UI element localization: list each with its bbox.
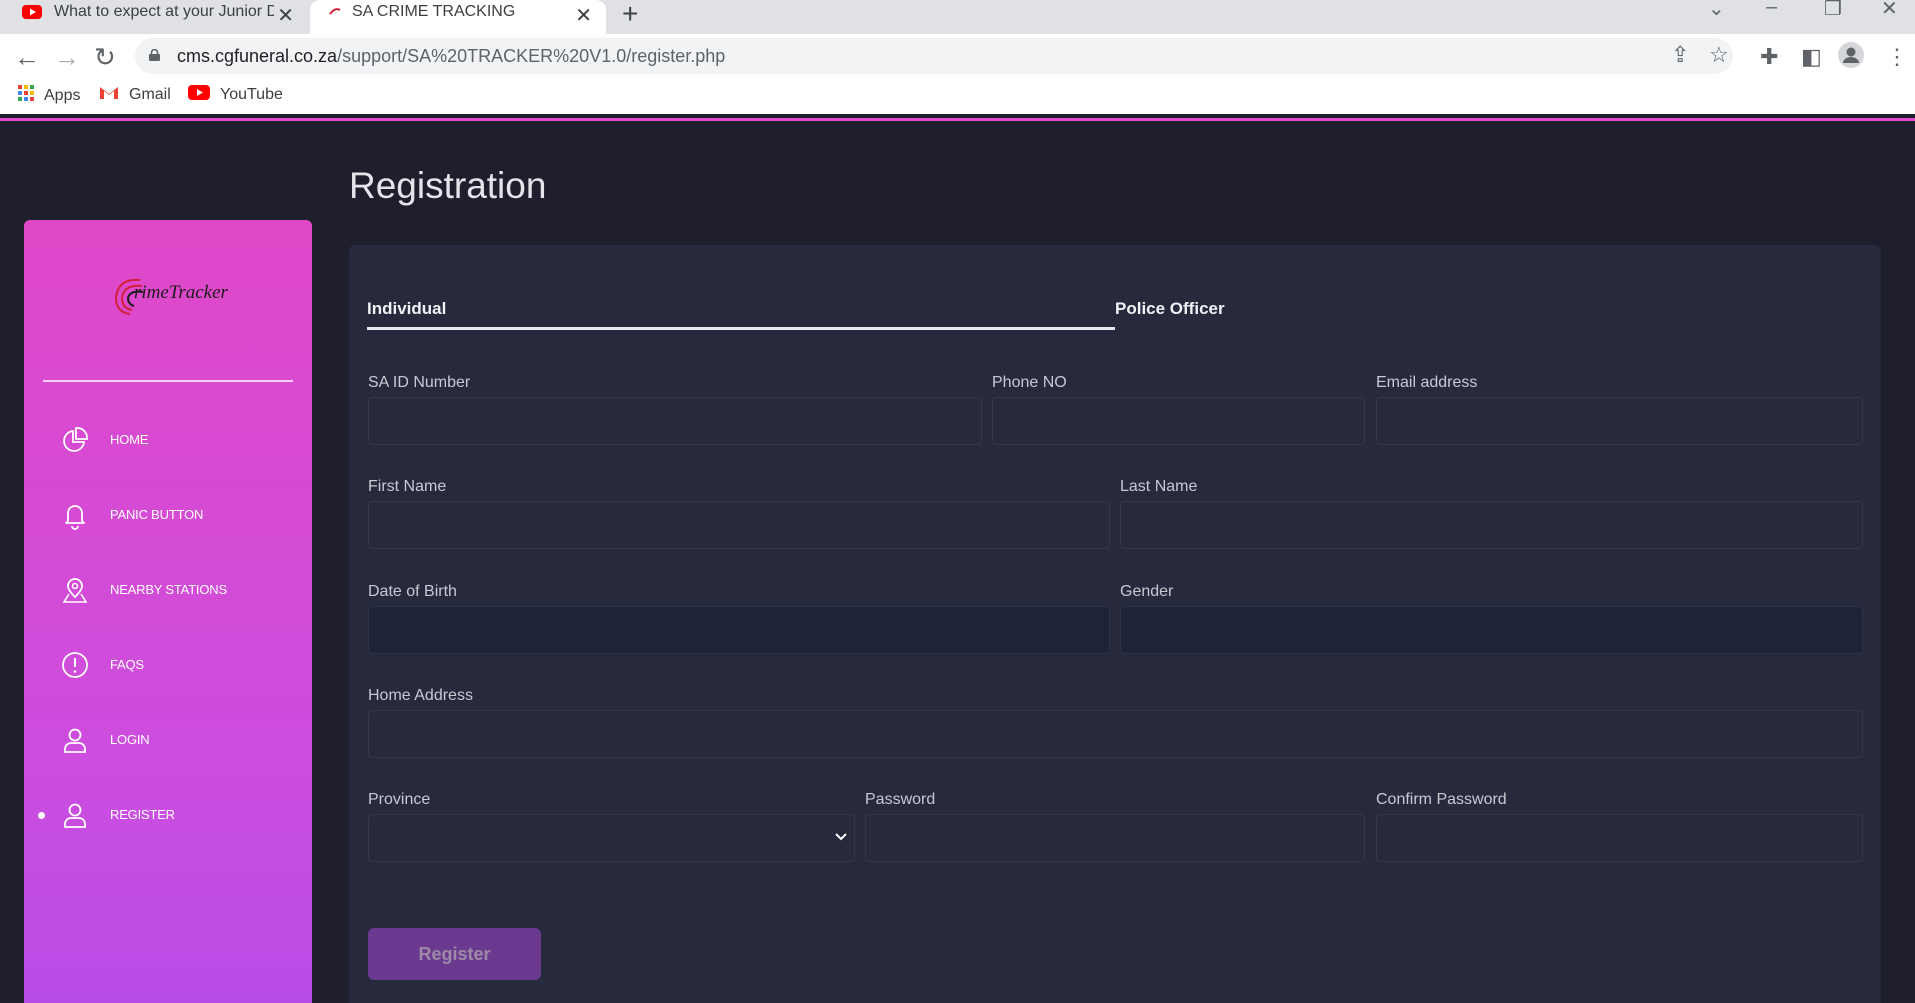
last-name-field[interactable] [1120,501,1863,549]
phone-field[interactable] [992,397,1365,445]
bookmark-apps[interactable]: Apps [18,85,80,106]
home-address-label: Home Address [368,687,473,704]
gmail-icon [99,85,119,105]
user-icon [64,803,86,828]
bell-icon [65,505,85,530]
province-label: Province [368,791,431,808]
province-select[interactable] [368,814,855,862]
sidebar-item-register[interactable]: REGISTER [24,790,312,840]
email-label: Email address [1376,374,1478,391]
gender-field[interactable] [1120,606,1863,654]
minimize-icon[interactable]: – [1766,0,1777,19]
active-indicator-dot [38,812,45,819]
sidebar-item-home[interactable]: HOME [24,415,312,465]
password-label: Password [865,791,936,808]
id-number-label: SA ID Number [368,374,471,391]
bookmarks-bar: Apps Gmail YouTube [0,78,1915,114]
sidebar-item-label: REGISTER [110,807,175,822]
register-button[interactable]: Register [368,928,541,980]
password-field[interactable] [865,814,1365,862]
url-text: cms.cgfuneral.co.za/support/SA%20TRACKER… [177,46,726,66]
sidebar: rimeTracker HOME PANIC BUTTON NEARBY STA… [24,220,312,1003]
logo-text: rimeTracker [134,282,228,303]
apps-grid-icon [18,85,34,106]
map-pin-icon [62,578,88,603]
browser-tab-youtube[interactable]: What to expect at your Junior De ✕ [0,0,308,34]
address-bar[interactable]: cms.cgfuneral.co.za/support/SA%20TRACKER… [135,38,1733,74]
youtube-icon [22,5,42,24]
tab-title: What to expect at your Junior De [54,3,274,20]
bookmark-label: YouTube [220,86,283,103]
reload-icon[interactable]: ↻ [94,42,116,73]
first-name-label: First Name [368,478,447,495]
first-name-field[interactable] [368,501,1110,549]
user-icon [64,728,86,753]
side-panel-icon[interactable]: ◧ [1801,44,1822,70]
bookmark-label: Apps [44,86,81,104]
new-tab-plus-icon[interactable]: + [622,0,638,30]
gender-label: Gender [1120,583,1174,600]
forward-arrow-icon[interactable]: → [54,42,80,73]
tab-search-chevron-icon[interactable]: ⌄ [1708,0,1725,21]
sidebar-item-nearby-stations[interactable]: NEARBY STATIONS [24,565,312,615]
crimetracker-favicon-icon [328,5,342,24]
profile-avatar-icon[interactable] [1838,42,1864,74]
page: rimeTracker HOME PANIC BUTTON NEARBY STA… [0,121,1915,1003]
registration-form-card: Individual Police Officer SA ID Number P… [349,245,1881,1003]
sidebar-item-faqs[interactable]: FAQS [24,640,312,690]
bookmark-label: Gmail [129,86,171,103]
extensions-puzzle-icon[interactable]: ✚ [1760,44,1778,70]
close-tab-icon[interactable]: ✕ [575,3,592,28]
bookmark-gmail[interactable]: Gmail [99,85,171,105]
last-name-label: Last Name [1120,478,1198,495]
pie-chart-icon [63,427,88,452]
sidebar-item-label: NEARBY STATIONS [110,582,227,597]
back-arrow-icon[interactable]: ← [14,42,40,73]
sidebar-item-label: HOME [110,432,149,447]
sidebar-item-label: LOGIN [110,732,150,747]
chrome-menu-icon[interactable]: ⋮ [1886,44,1908,70]
tab-individual[interactable]: Individual [367,299,446,319]
crimetracker-logo[interactable]: rimeTracker [110,268,250,320]
page-title: Registration [349,165,547,206]
alert-circle-icon [62,652,88,678]
close-tab-icon[interactable]: ✕ [277,3,294,28]
restore-icon[interactable]: ❐ [1824,0,1842,21]
active-tab-underline [367,327,1115,330]
email-field[interactable] [1376,397,1863,445]
sidebar-divider [43,380,293,382]
chevron-down-icon [835,828,847,846]
home-address-field[interactable] [368,710,1863,758]
confirm-password-label: Confirm Password [1376,791,1507,808]
youtube-icon [188,85,210,105]
tab-police-officer[interactable]: Police Officer [1115,299,1225,319]
phone-label: Phone NO [992,374,1067,391]
sidebar-item-login[interactable]: LOGIN [24,715,312,765]
sidebar-item-label: PANIC BUTTON [110,507,204,522]
date-of-birth-field[interactable] [368,606,1110,654]
tab-title: SA CRIME TRACKING [352,3,516,20]
browser-tab-crime-tracking[interactable]: SA CRIME TRACKING ✕ [310,0,606,34]
bookmark-youtube[interactable]: YouTube [188,85,283,105]
bookmark-star-icon[interactable]: ☆ [1709,42,1729,68]
share-icon[interactable]: ⇪ [1671,42,1689,68]
browser-tab-strip: What to expect at your Junior De ✕ SA CR… [0,0,1915,34]
id-number-field[interactable] [368,397,982,445]
browser-toolbar: ← → ↻ cms.cgfuneral.co.za/support/SA%20T… [0,34,1915,114]
close-window-icon[interactable]: ✕ [1881,0,1898,21]
lock-icon [149,48,160,61]
sidebar-item-label: FAQS [110,657,144,672]
dob-label: Date of Birth [368,583,457,600]
confirm-password-field[interactable] [1376,814,1863,862]
sidebar-item-panic-button[interactable]: PANIC BUTTON [24,490,312,540]
